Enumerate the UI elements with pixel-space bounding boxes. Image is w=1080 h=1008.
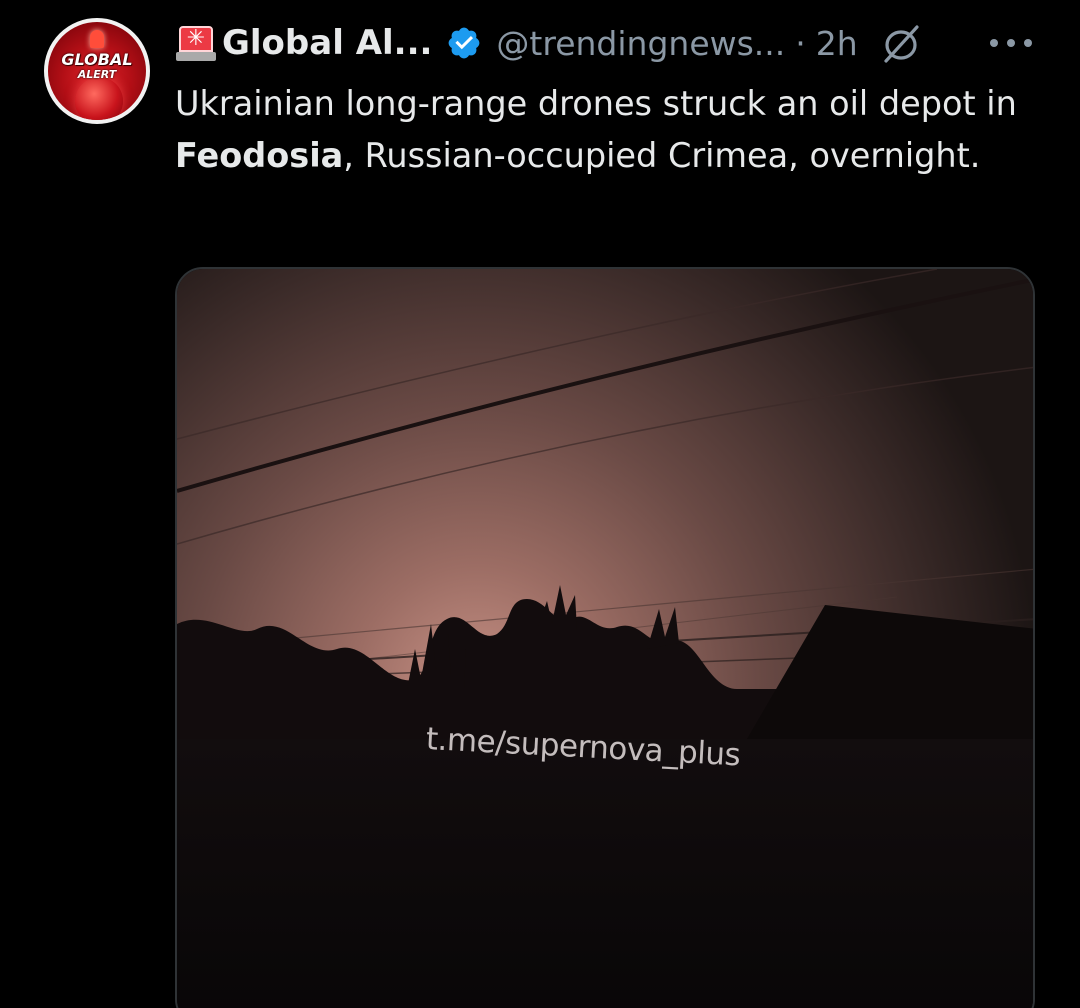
more-options-icon[interactable] (990, 26, 1032, 60)
avatar-logo-text-alert: ALERT (77, 68, 117, 81)
verified-icon[interactable] (446, 25, 482, 61)
avatar-logo-text-global: GLOBAL (61, 50, 133, 69)
tweet-timestamp[interactable]: 2h (816, 24, 858, 63)
tweet-text-part: , Russian-occupied Crimea, overnight. (343, 136, 981, 175)
mute-icon[interactable] (880, 22, 922, 64)
tweet-header: ✳ Global Al... @trendingnews... · 2h (176, 20, 922, 66)
siren-emoji-icon: ✳ (176, 24, 216, 62)
author-avatar[interactable]: GLOBAL ALERT (44, 18, 150, 124)
tweet-card[interactable]: GLOBAL ALERT ✳ Global Al... @trendingnew… (0, 0, 1080, 1008)
tweet-text: Ukrainian long-range drones struck an oi… (175, 78, 1055, 182)
globe-icon (75, 77, 123, 120)
author-handle[interactable]: @trendingnews... (496, 24, 785, 63)
meta-separator: · (795, 23, 806, 63)
beacon-icon (90, 30, 104, 48)
tweet-media-video[interactable]: t.me/supernova_plus (175, 267, 1035, 1008)
author-display-name[interactable]: Global Al... (222, 23, 432, 63)
tweet-text-part: Ukrainian long-range drones struck an oi… (175, 84, 1017, 123)
tweet-text-bold: Feodosia (175, 136, 344, 175)
